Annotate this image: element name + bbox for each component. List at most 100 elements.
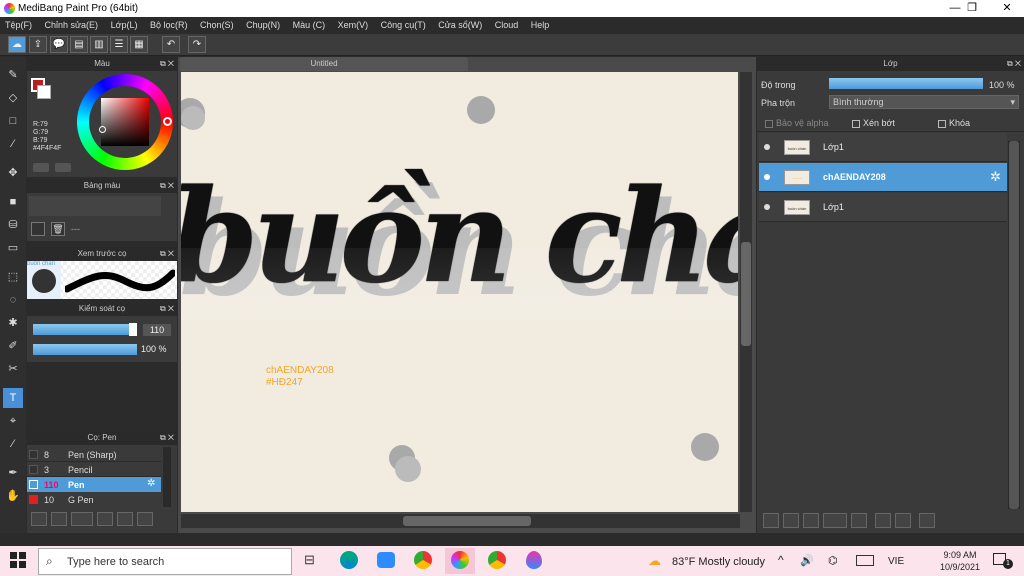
menu-filter[interactable]: Bộ lọc(R) [145, 17, 193, 34]
document-tab[interactable]: Untitled [180, 57, 468, 71]
eyedropper-tool-icon[interactable]: ✒ [3, 463, 23, 483]
color-picker-handle[interactable] [99, 126, 106, 133]
trash-icon[interactable]: 🗑 [51, 222, 65, 236]
panel-close-icon[interactable]: ⧉ ✕ [1007, 57, 1021, 71]
chat-icon[interactable]: ▤ [70, 36, 88, 53]
brush-size-slider[interactable] [33, 324, 137, 335]
menu-layer[interactable]: Lớp(L) [106, 17, 143, 34]
layer-scroll-thumb[interactable] [1009, 141, 1019, 509]
menu-edit[interactable]: Chỉnh sửa(E) [40, 17, 104, 34]
dropper-color-icon[interactable] [55, 163, 71, 172]
panel-close-icon[interactable]: ⧉ ✕ [160, 179, 174, 193]
taskbar-search-box[interactable]: ⌕ Type here to search [38, 548, 292, 575]
layer-row-selected[interactable]: ~~~~ chAENDAY208 ✲ [759, 163, 1007, 192]
menu-color[interactable]: Màu (C) [288, 17, 331, 34]
add-color-icon[interactable] [33, 163, 49, 172]
zoom-icon[interactable] [377, 552, 395, 568]
lasso-tool-icon[interactable]: ◌ [3, 290, 23, 310]
brush-settings-icon[interactable] [97, 512, 113, 526]
move-tool-icon[interactable]: ✥ [3, 163, 23, 183]
duplicate-layer-icon[interactable] [875, 513, 891, 528]
medibang-taskbar-active[interactable] [445, 548, 475, 574]
brush-list-scrollbar[interactable] [163, 447, 171, 507]
brush-item[interactable]: 3 Pencil [27, 462, 161, 477]
drawing-canvas[interactable]: buồn chán buồn chán chAENDAY208 #HĐ247 [181, 72, 738, 512]
hue-wheel[interactable] [77, 74, 173, 170]
magic-wand-tool-icon[interactable]: ✱ [3, 313, 23, 333]
menu-file[interactable]: Tệp(F) [0, 17, 37, 34]
cloud-icon[interactable]: ☁ [8, 36, 26, 53]
blend-mode-select[interactable]: Bình thường ▾ [829, 95, 1019, 109]
horizontal-scrollbar[interactable] [181, 514, 740, 528]
line-tool-icon[interactable]: ⁄ [3, 134, 23, 154]
gradient-tool-icon[interactable]: ▭ [3, 238, 23, 258]
menu-view[interactable]: Xem(V) [333, 17, 374, 34]
layer-menu-icon[interactable] [823, 513, 847, 528]
layer-row[interactable]: buồn chán Lớp1 [759, 193, 1007, 222]
chevron-up-icon[interactable]: ^ [778, 553, 784, 567]
clipping-checkbox[interactable]: Xén bớt [852, 118, 895, 128]
gear-icon[interactable]: ✲ [147, 478, 155, 489]
saturation-box[interactable] [101, 98, 149, 146]
document-icon[interactable]: ▥ [90, 36, 108, 53]
chrome-icon[interactable] [414, 551, 432, 569]
brush-item[interactable]: 8 Pen (Sharp) [27, 447, 161, 462]
menu-select[interactable]: Chọn(S) [195, 17, 239, 34]
menu-cloud[interactable]: Cloud [490, 17, 524, 34]
panel-close-icon[interactable]: ⧉ ✕ [160, 302, 174, 316]
lock-checkbox[interactable]: Khóa [938, 118, 970, 128]
paint-drop-icon[interactable] [526, 551, 542, 569]
new-brush-icon[interactable] [51, 512, 67, 526]
panel-close-icon[interactable]: ⧉ ✕ [160, 57, 174, 71]
brush-size-handle[interactable] [129, 323, 137, 336]
menu-window[interactable]: Cửa sổ(W) [433, 17, 487, 34]
input-language[interactable]: VIE [888, 556, 904, 567]
folder-icon[interactable] [117, 512, 133, 526]
hand-tool-icon[interactable]: ✋ [3, 486, 23, 506]
hue-handle[interactable] [163, 117, 172, 126]
upload-icon[interactable]: ⇪ [29, 36, 47, 53]
visibility-icon[interactable] [764, 174, 770, 180]
bucket-tool-icon[interactable]: ⛁ [3, 215, 23, 235]
trash-icon[interactable] [919, 513, 935, 528]
layer-list-scrollbar[interactable] [1008, 141, 1020, 509]
list-icon[interactable]: ☰ [110, 36, 128, 53]
fill-rect-tool-icon[interactable]: ■ [3, 192, 23, 212]
layer-opacity-slider[interactable] [829, 78, 983, 89]
horizontal-scroll-thumb[interactable] [403, 516, 531, 526]
brush-size-value[interactable]: 110 [143, 324, 171, 336]
brush-item-selected[interactable]: 110 Pen ✲ [27, 477, 161, 492]
new-palette-icon[interactable] [31, 222, 45, 236]
select-eraser-tool-icon[interactable]: ✂ [3, 359, 23, 379]
operation-tool-icon[interactable]: ⌖ [3, 411, 23, 431]
brush-menu-icon[interactable] [71, 512, 93, 526]
shape-tool-icon[interactable]: □ [3, 111, 23, 131]
panel-close-icon[interactable]: ⧉ ✕ [160, 431, 174, 445]
layer-row[interactable]: buồn chán Lớp1 [759, 133, 1007, 162]
background-color-swatch[interactable] [37, 85, 51, 99]
edge-icon[interactable] [340, 551, 358, 569]
new-layer-icon[interactable] [763, 513, 779, 528]
text-tool-icon[interactable]: T [3, 388, 23, 408]
volume-icon[interactable]: 🔊 [800, 554, 814, 567]
add-brush-icon[interactable] [31, 512, 47, 526]
redo-icon[interactable]: ↷ [188, 36, 206, 53]
grid-icon[interactable]: ▦ [130, 36, 148, 53]
select-pen-tool-icon[interactable]: ✐ [3, 336, 23, 356]
eraser-tool-icon[interactable]: ◇ [3, 88, 23, 108]
chrome-icon[interactable] [488, 551, 506, 569]
undo-icon[interactable]: ↶ [162, 36, 180, 53]
duplicate-icon[interactable] [137, 512, 153, 526]
new-halftone-layer-icon[interactable] [783, 513, 799, 528]
merge-layer-icon[interactable] [895, 513, 911, 528]
panel-close-icon[interactable]: ⧉ ✕ [160, 247, 174, 261]
windows-start-icon[interactable] [10, 552, 26, 568]
dropper-tool-icon[interactable]: ⁄ [3, 434, 23, 454]
close-button[interactable]: ✕ [990, 0, 1024, 17]
visibility-icon[interactable] [764, 144, 770, 150]
menu-tools[interactable]: Công cụ(T) [376, 17, 431, 34]
weather-text[interactable]: 83°F Mostly cloudy [672, 556, 765, 568]
brush-item[interactable]: 10 G Pen [27, 492, 161, 507]
network-icon[interactable]: ⌬ [828, 554, 838, 567]
visibility-icon[interactable] [764, 204, 770, 210]
